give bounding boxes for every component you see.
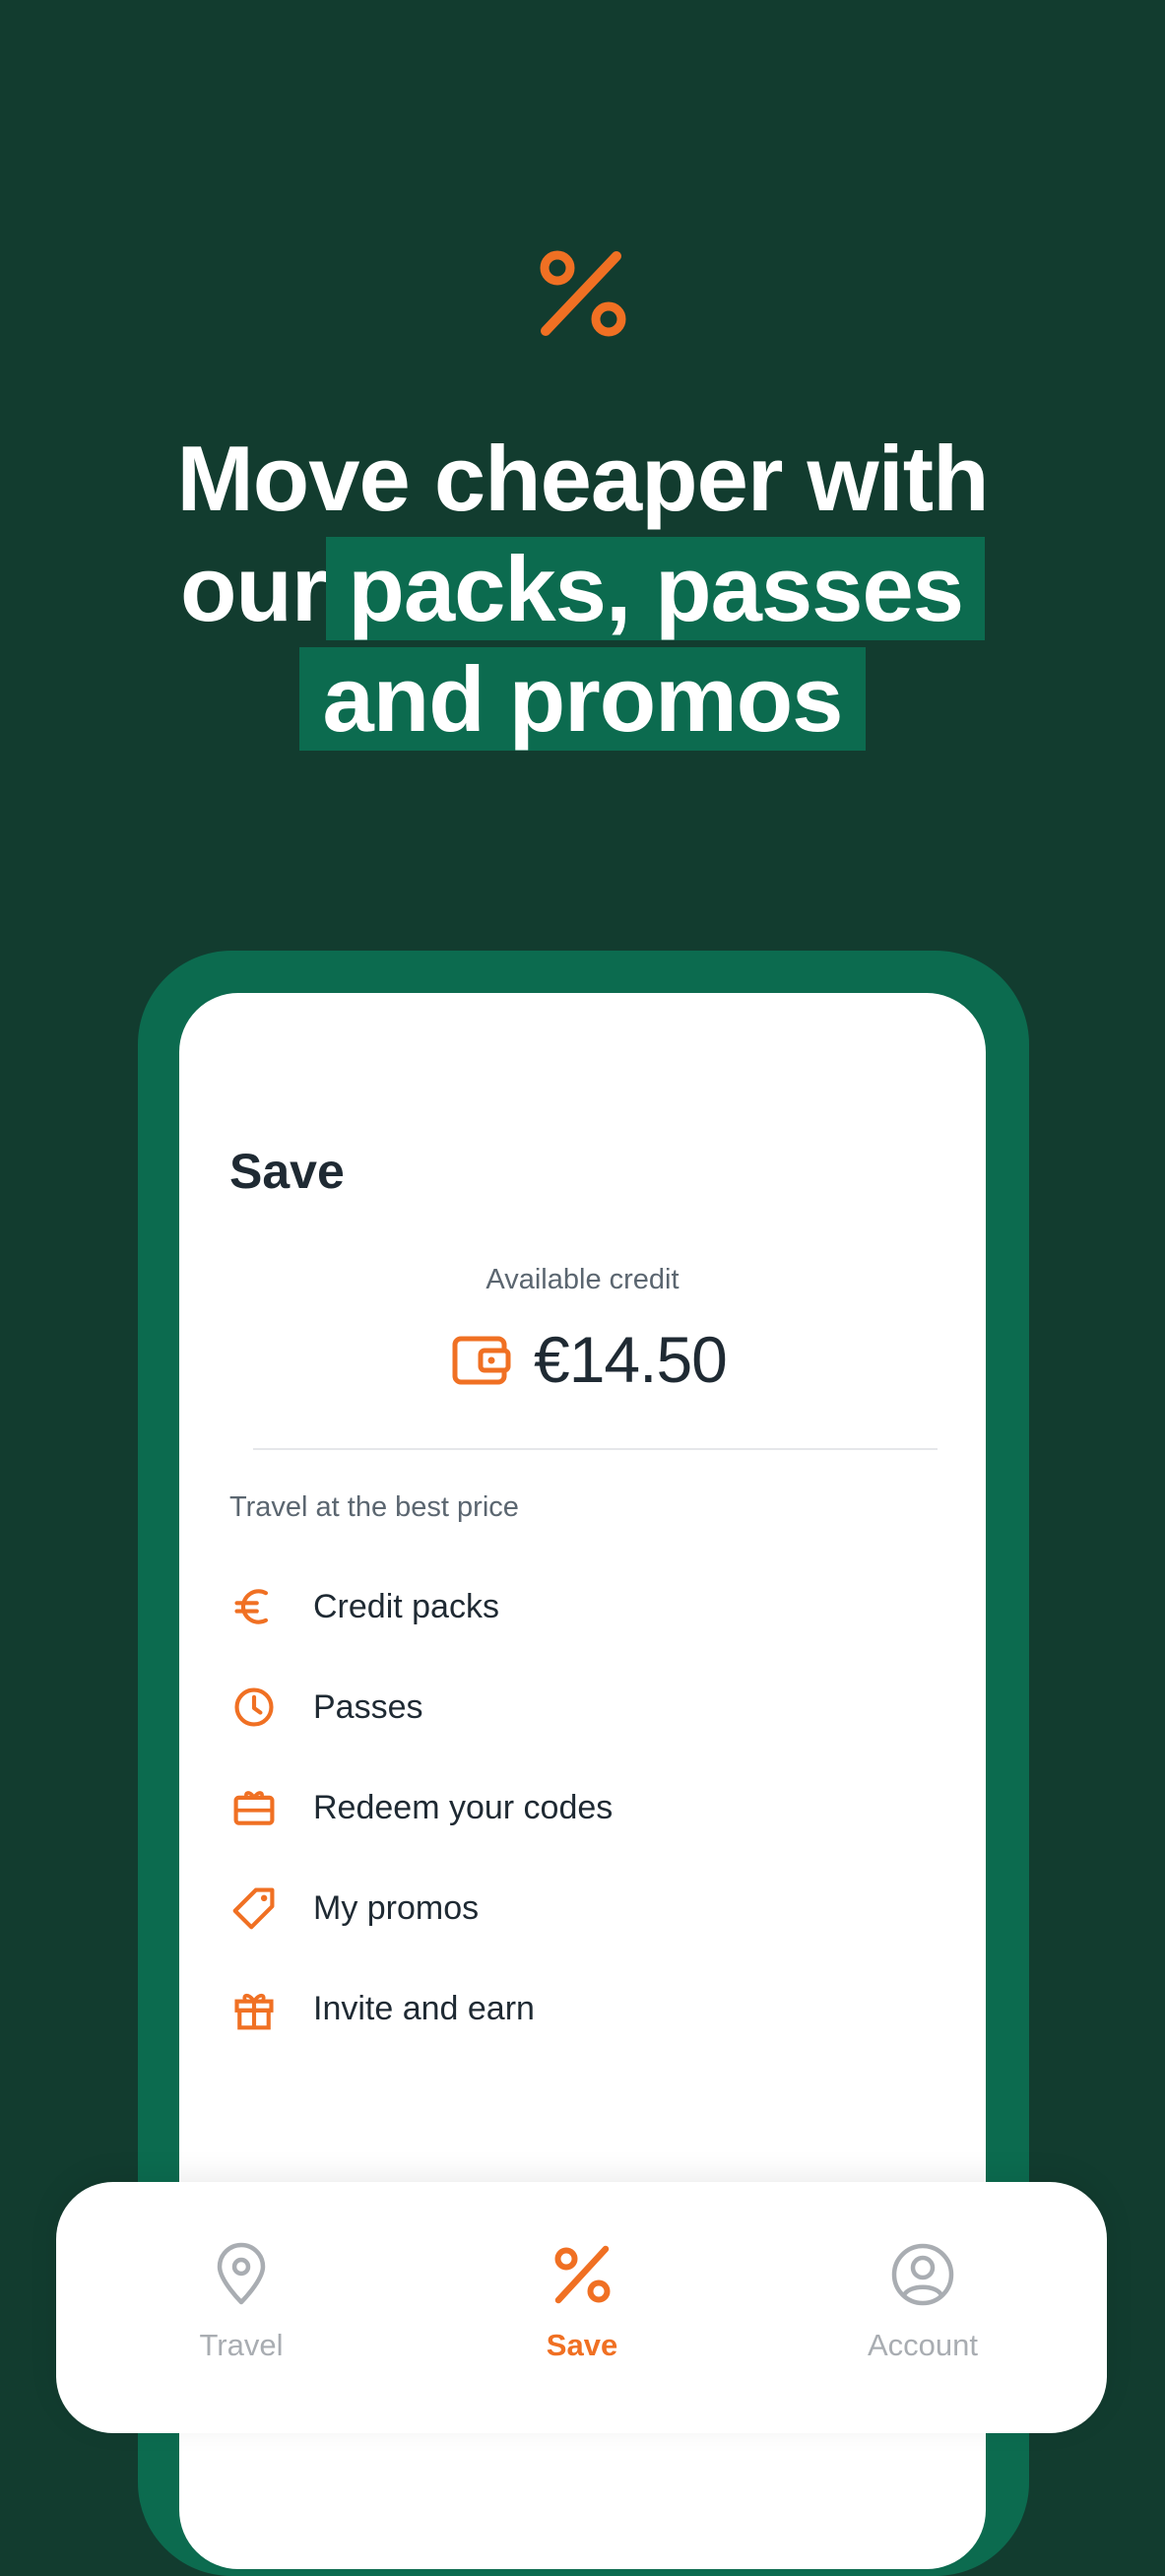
nav-label: Travel bbox=[199, 2328, 284, 2362]
clock-icon bbox=[229, 1683, 279, 1732]
percent-icon bbox=[554, 2245, 611, 2304]
divider bbox=[253, 1448, 938, 1450]
menu-item-label: Redeem your codes bbox=[313, 1788, 614, 1826]
ticket-icon bbox=[229, 1783, 279, 1832]
user-circle-icon bbox=[891, 2243, 954, 2306]
menu-item-invite-earn[interactable]: Invite and earn bbox=[229, 1958, 919, 2059]
nav-label: Account bbox=[867, 2328, 978, 2362]
credit-amount: €14.50 bbox=[534, 1323, 728, 1396]
wallet-icon bbox=[452, 1336, 511, 1385]
percent-icon bbox=[532, 242, 634, 345]
menu-item-credit-packs[interactable]: Credit packs bbox=[229, 1556, 919, 1657]
menu-item-passes[interactable]: Passes bbox=[229, 1657, 919, 1757]
nav-item-account[interactable]: Account bbox=[805, 2182, 1041, 2433]
nav-label: Save bbox=[546, 2328, 618, 2362]
menu-item-label: Passes bbox=[313, 1687, 423, 1726]
location-pin-icon bbox=[217, 2242, 266, 2305]
menu-item-label: My promos bbox=[313, 1888, 480, 1927]
credit-balance: €14.50 bbox=[451, 1320, 728, 1399]
headline-line-3: and promos bbox=[0, 644, 1165, 755]
menu-item-label: Credit packs bbox=[313, 1587, 499, 1625]
bottom-nav: Travel Save Account bbox=[56, 2182, 1107, 2433]
headline-line-1: Move cheaper with bbox=[176, 427, 990, 530]
nav-item-save[interactable]: Save bbox=[464, 2182, 700, 2433]
headline: Move cheaper with our packs, passes and p… bbox=[0, 424, 1165, 755]
nav-item-travel[interactable]: Travel bbox=[123, 2182, 359, 2433]
headline-line-2: our packs, passes bbox=[0, 534, 1165, 644]
section-label: Travel at the best price bbox=[229, 1491, 519, 1523]
menu-item-redeem-codes[interactable]: Redeem your codes bbox=[229, 1757, 919, 1858]
available-credit-label: Available credit bbox=[485, 1264, 680, 1295]
headline-line-3-highlight: and promos bbox=[298, 647, 867, 751]
euro-icon bbox=[229, 1582, 279, 1631]
tag-icon bbox=[229, 1883, 279, 1933]
save-menu: Credit packs Passes Redeem your codes My… bbox=[229, 1556, 919, 2059]
headline-line-2-highlight: packs, passes bbox=[326, 537, 985, 640]
gift-icon bbox=[229, 1984, 279, 2033]
headline-line-2-plain: our bbox=[180, 537, 327, 640]
page-title: Save bbox=[229, 1144, 345, 1199]
menu-item-my-promos[interactable]: My promos bbox=[229, 1858, 919, 1958]
menu-item-label: Invite and earn bbox=[313, 1989, 535, 2027]
